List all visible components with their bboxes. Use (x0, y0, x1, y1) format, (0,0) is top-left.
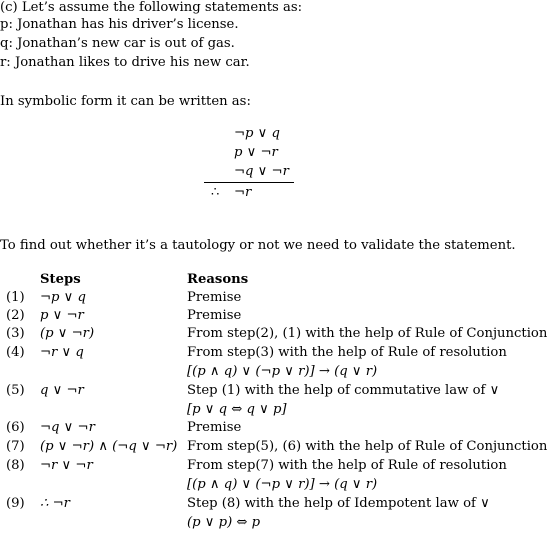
step-reason: Premise (187, 290, 242, 305)
step-reason: From step(5), (6) with the help of Rule … (187, 439, 548, 454)
argument-premise-1: ¬p ∨ q (234, 126, 280, 141)
step-expression: (p ∨ ¬r) ∧ (¬q ∨ ¬r) (40, 439, 178, 454)
argument-premise-2: p ∨ ¬r (234, 145, 278, 160)
argument-divider (204, 182, 294, 183)
step-expression: ¬q ∨ ¬r (40, 420, 95, 435)
step-reason: From step(2), (1) with the help of Rule … (187, 326, 548, 341)
definition-r: r: Jonathan likes to drive his new car. (0, 55, 250, 70)
step-expression: ∴ ¬r (40, 496, 70, 511)
step-number: (7) (6, 439, 25, 454)
step-reason: Premise (187, 308, 242, 323)
step-expression: ¬p ∨ q (40, 290, 86, 305)
step-reason-formula: [(p ∧ q) ∨ (¬p ∨ r)] → (q ∨ r) (187, 364, 378, 379)
step-number: (6) (6, 420, 25, 435)
step-reason: From step(7) with the help of Rule of re… (187, 458, 507, 473)
therefore-symbol: ∴ (211, 185, 220, 200)
step-number: (3) (6, 326, 25, 341)
step-expression: q ∨ ¬r (40, 383, 84, 398)
step-reason-formula: [p ∨ q ⇔ q ∨ p] (187, 402, 287, 417)
step-expression: p ∨ ¬r (40, 308, 84, 323)
step-reason: Premise (187, 420, 242, 435)
definition-p: p: Jonathan has his driver’s license. (0, 17, 239, 32)
argument-conclusion: ¬r (234, 185, 252, 200)
step-expression: ¬r ∨ ¬r (40, 458, 93, 473)
step-number: (9) (6, 496, 25, 511)
step-expression: (p ∨ ¬r) (40, 326, 95, 341)
definition-q: q: Jonathan’s new car is out of gas. (0, 36, 235, 51)
step-number: (4) (6, 345, 25, 360)
step-reason: From step(3) with the help of Rule of re… (187, 345, 507, 360)
argument-premise-3: ¬q ∨ ¬r (234, 164, 289, 179)
validation-text: To find out whether it’s a tautology or … (0, 238, 516, 253)
step-number: (1) (6, 290, 25, 305)
step-reason: Step (1) with the help of commutative la… (187, 383, 500, 398)
step-number: (5) (6, 383, 25, 398)
intro-heading: (c) Let’s assume the following statement… (0, 0, 303, 15)
step-number: (8) (6, 458, 25, 473)
step-reason-formula: [(p ∧ q) ∨ (¬p ∨ r)] → (q ∨ r) (187, 477, 378, 492)
steps-header: Steps (40, 272, 81, 287)
step-number: (2) (6, 308, 25, 323)
step-reason: Step (8) with the help of Idempotent law… (187, 496, 490, 511)
step-reason-formula: (p ∨ p) ⇔ p (187, 515, 261, 530)
step-expression: ¬r ∨ q (40, 345, 84, 360)
reasons-header: Reasons (187, 272, 249, 287)
symbolic-intro: In symbolic form it can be written as: (0, 94, 251, 109)
